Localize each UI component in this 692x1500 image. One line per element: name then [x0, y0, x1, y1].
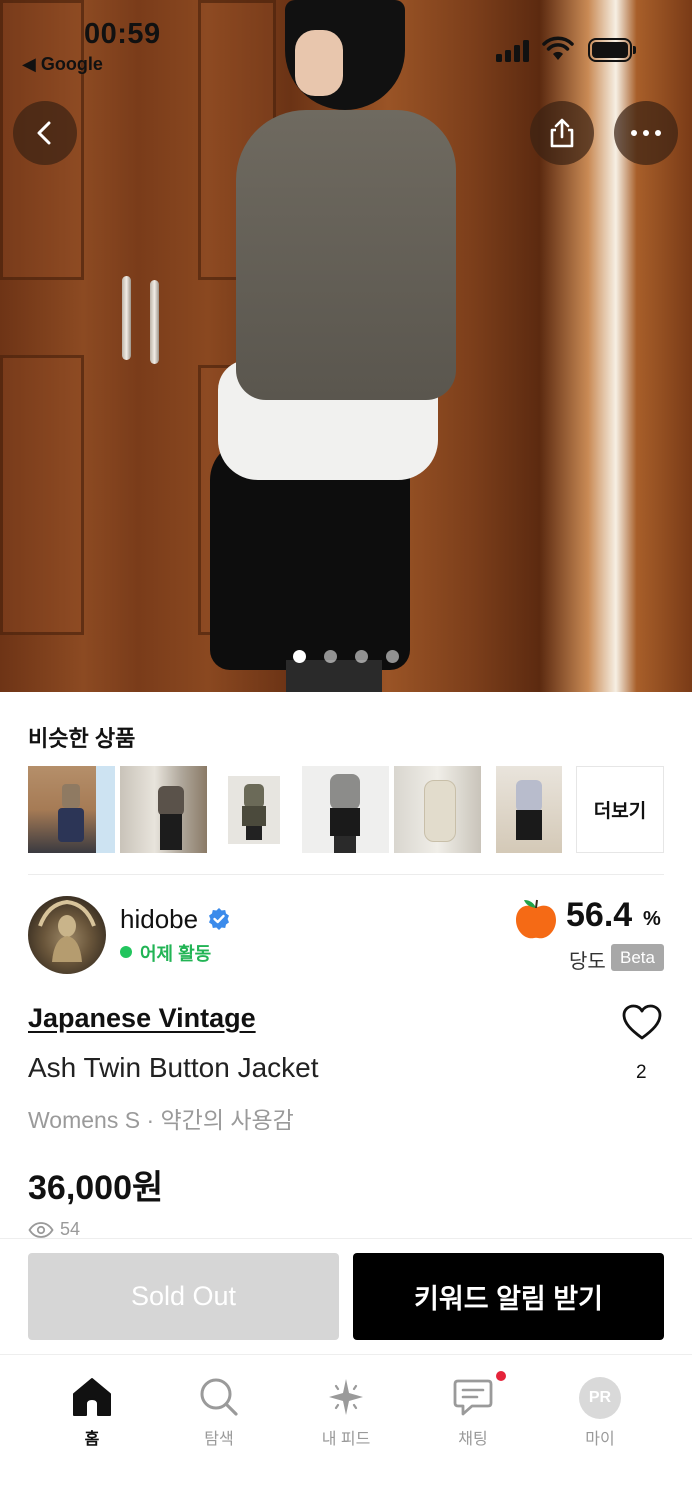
similar-product-thumb[interactable]	[28, 766, 115, 853]
beta-badge: Beta	[611, 944, 664, 971]
tab-label: 홈	[84, 1431, 100, 1448]
tab-home[interactable]: 홈	[32, 1377, 152, 1449]
product-price: 36,000원	[28, 1169, 164, 1207]
similar-product-thumb[interactable]	[394, 766, 481, 853]
wifi-icon	[542, 36, 574, 60]
carousel-dot-active[interactable]	[293, 650, 306, 663]
home-icon	[73, 1378, 111, 1416]
back-to-app-link[interactable]: ◀ Google	[22, 54, 103, 75]
sweetness-value: 56.4	[566, 896, 633, 934]
chat-notification-dot	[496, 1371, 506, 1381]
profile-avatar: PR	[579, 1377, 621, 1419]
door-handle	[150, 280, 159, 364]
view-count: 54	[28, 1219, 80, 1240]
like-heart-icon[interactable]	[621, 1003, 663, 1041]
view-count-value: 54	[60, 1219, 81, 1239]
tab-chat[interactable]: 채팅	[413, 1377, 533, 1449]
like-count: 2	[636, 1062, 647, 1083]
seller-name[interactable]: hidobe	[120, 904, 198, 935]
divider	[28, 874, 664, 875]
online-status-dot	[120, 946, 132, 958]
sparkle-icon	[329, 1379, 363, 1415]
battery-icon	[588, 38, 632, 62]
tab-label: 탐색	[204, 1431, 234, 1448]
tab-my[interactable]: PR 마이	[540, 1377, 660, 1449]
apple-sweetness-icon	[516, 899, 556, 939]
seller-avatar[interactable]	[28, 896, 106, 974]
carousel-indicator	[0, 650, 692, 663]
similar-products-title: 비슷한 상품	[28, 726, 136, 751]
similar-product-thumb[interactable]	[302, 766, 389, 853]
battery-cap	[633, 46, 636, 54]
product-photo[interactable]: 00:59 ◀ Google	[0, 0, 692, 692]
purchase-action-bar: Sold Out 키워드 알림 받기	[0, 1238, 692, 1354]
verified-badge-icon	[209, 908, 229, 930]
sold-out-button[interactable]: Sold Out	[28, 1253, 339, 1340]
similar-product-thumb[interactable]	[120, 766, 207, 853]
bottom-tab-bar: 홈 탐색 내 피드 채팅 PR 마이	[0, 1354, 692, 1500]
photo-legs	[286, 660, 382, 692]
tab-search[interactable]: 탐색	[159, 1377, 279, 1449]
door-handle	[122, 276, 131, 360]
chevron-left-icon	[37, 121, 51, 145]
see-more-button[interactable]: 더보기	[576, 766, 664, 853]
carousel-dot[interactable]	[355, 650, 368, 663]
cellular-signal-icon	[496, 38, 532, 62]
similar-product-thumb[interactable]	[228, 776, 280, 844]
eye-icon	[28, 1221, 54, 1238]
search-icon	[200, 1378, 238, 1416]
carousel-dot[interactable]	[324, 650, 337, 663]
share-icon	[550, 118, 574, 148]
brand-link[interactable]: Japanese Vintage	[28, 1003, 256, 1034]
tab-my-feed[interactable]: 내 피드	[286, 1377, 406, 1449]
status-time: 00:59	[84, 18, 161, 50]
tab-label: 채팅	[458, 1431, 488, 1448]
photo-face	[295, 30, 343, 96]
product-size-condition: Womens S · 약간의 사용감	[28, 1107, 294, 1133]
more-dots-icon	[631, 130, 661, 136]
more-options-button[interactable]	[614, 101, 678, 165]
carousel-dot[interactable]	[386, 650, 399, 663]
share-button[interactable]	[530, 101, 594, 165]
similar-product-thumb[interactable]	[496, 766, 562, 853]
sweetness-unit: %	[643, 908, 661, 930]
sweetness-label: 당도	[569, 951, 606, 973]
product-title: Ash Twin Button Jacket	[28, 1052, 319, 1083]
chat-icon	[453, 1379, 493, 1416]
photo-jacket	[236, 110, 456, 400]
keyword-alert-button[interactable]: 키워드 알림 받기	[353, 1253, 664, 1340]
tab-label: 마이	[585, 1431, 615, 1448]
back-button[interactable]	[13, 101, 77, 165]
buddha-statue-image	[38, 899, 96, 962]
door-panel	[0, 355, 84, 635]
tab-label: 내 피드	[321, 1431, 371, 1448]
seller-activity: 어제 활동	[140, 944, 212, 964]
